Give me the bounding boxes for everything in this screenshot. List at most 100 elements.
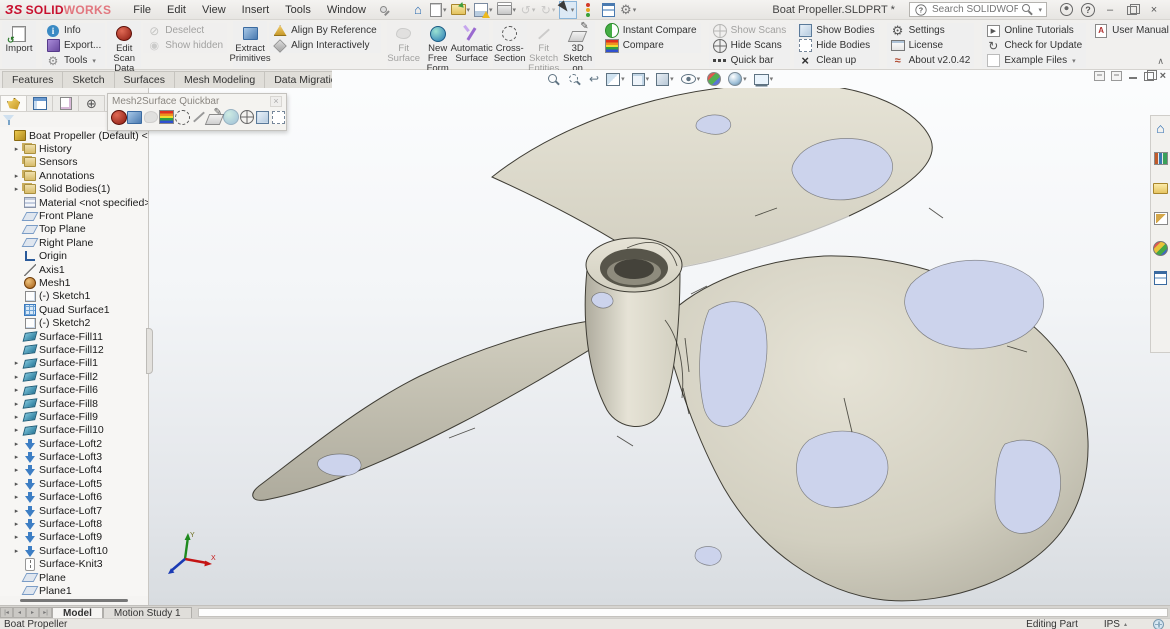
pane-left-icon[interactable] [1094,71,1105,81]
expand-arrow-icon[interactable]: ▸ [12,373,21,381]
newdoc-caret-icon[interactable]: ▾ [443,6,447,14]
property-manager-tab[interactable] [26,95,53,111]
tree-item-history[interactable]: ▸History [2,142,148,155]
tools-caret-icon[interactable]: ▾ [92,57,96,65]
expand-arrow-icon[interactable]: ▸ [12,400,21,408]
print-caret-icon[interactable]: ▾ [513,6,517,14]
tree-item-surface-fill9[interactable]: ▸Surface-Fill9 [2,410,148,423]
doc-restore-icon[interactable] [1144,72,1154,81]
cross-section-button[interactable]: Cross-Section [493,21,527,68]
minimize-button[interactable]: – [1099,2,1121,18]
tree-item-surface-knit3[interactable]: Surface-Knit3 [2,558,148,571]
tree-item-surface-loft2[interactable]: ▸Surface-Loft2 [2,437,148,450]
expand-arrow-icon[interactable]: ▸ [12,145,21,153]
select-arrow-button[interactable]: ▾ [559,1,577,19]
tree-item-axis1[interactable]: Axis1 [2,263,148,276]
expand-arrow-icon[interactable]: ▸ [12,453,21,461]
edit-appearance-button[interactable] [704,71,724,87]
expand-arrow-icon[interactable]: ▸ [12,386,21,394]
tree-item-sensors[interactable]: Sensors [2,156,148,169]
tree-item-surface-loft10[interactable]: ▸Surface-Loft10 [2,544,148,557]
tree-item-surface-loft6[interactable]: ▸Surface-Loft6 [2,491,148,504]
previous-view-button[interactable] [586,71,602,87]
examples-button[interactable]: Example Files▾ [982,53,1086,68]
align-int-button[interactable]: Align Interactively [269,38,381,53]
mesh2surface-quickbar[interactable]: Mesh2Surface Quickbar × [107,93,287,131]
options-button[interactable]: ▾ [619,1,637,19]
open-button[interactable]: ▾ [450,1,472,19]
tree-item-plane[interactable]: Plane [2,571,148,584]
tab-features[interactable]: Features [2,71,63,88]
tab-scroll-first-button[interactable]: |◂ [0,607,13,618]
tree-item-solid-bodies-1[interactable]: ▸Solid Bodies(1) [2,183,148,196]
login-button[interactable] [1055,2,1077,18]
apply-scene-caret-icon[interactable]: ▾ [743,75,747,83]
newdoc-button[interactable]: ▾ [429,1,448,19]
expand-arrow-icon[interactable]: ▸ [12,493,21,501]
expand-arrow-icon[interactable]: ▸ [12,466,21,474]
dimxpert-manager-tab[interactable] [78,95,105,111]
tree-item-quad-surface1[interactable]: Quad Surface1 [2,303,148,316]
model-tab[interactable]: Model [52,607,103,618]
taskpane-folder-button[interactable] [1153,180,1169,196]
show-bodies-button[interactable]: Show Bodies [794,23,878,38]
fileprops-button[interactable] [599,1,617,19]
undo-caret-icon[interactable]: ▾ [532,6,536,14]
rollback-bar[interactable] [20,599,128,602]
menu-insert[interactable]: Insert [234,0,278,19]
tree-item-surface-fill8[interactable]: ▸Surface-Fill8 [2,397,148,410]
tree-item-surface-fill12[interactable]: Surface-Fill12 [2,343,148,356]
taskpane-props-button[interactable] [1153,270,1169,286]
quickbar-cross-section-button[interactable] [175,109,190,125]
tab-sketch[interactable]: Sketch [62,71,114,88]
import-button[interactable]: Import [2,21,36,68]
quickbar-hide-scans-button[interactable] [239,109,254,125]
help-button[interactable] [1077,2,1099,18]
search-caret-icon[interactable]: ▾ [1038,6,1042,14]
quickbar-title-bar[interactable]: Mesh2Surface Quickbar × [108,94,286,108]
expand-arrow-icon[interactable]: ▸ [12,185,21,193]
tree-item-plane1[interactable]: Plane1 [2,584,148,596]
undo-button[interactable]: ▾ [519,1,537,19]
view-settings-button[interactable]: ▾ [751,71,777,87]
rebuild-button[interactable] [579,1,597,19]
expand-arrow-icon[interactable]: ▸ [12,547,21,555]
tree-item-front-plane[interactable]: Front Plane [2,209,148,222]
tab-scroll-last-button[interactable]: ▸| [39,607,52,618]
tree-item-boat-propeller-default-default[interactable]: Boat Propeller (Default) <<Default>_[ [2,129,148,142]
update-button[interactable]: Check for Update [982,38,1086,53]
examples-caret-icon[interactable]: ▾ [1072,57,1076,65]
expand-arrow-icon[interactable]: ▸ [12,359,21,367]
expand-arrow-icon[interactable]: ▸ [12,426,21,434]
compare-button[interactable]: Compare [601,38,701,53]
tree-item-surface-loft9[interactable]: ▸Surface-Loft9 [2,531,148,544]
panel-splitter-handle[interactable] [146,328,153,374]
view-orientation-caret-icon[interactable]: ▾ [646,75,650,83]
expand-arrow-icon[interactable]: ▸ [12,440,21,448]
info-button[interactable]: Info [42,23,105,38]
zoom-area-button[interactable] [565,71,585,87]
cleanup-button[interactable]: Clean up [794,53,878,68]
tree-item-surface-loft3[interactable]: ▸Surface-Loft3 [2,450,148,463]
tree-item-surface-fill10[interactable]: ▸Surface-Fill10 [2,424,148,437]
export-button[interactable]: Export... [42,38,105,53]
tree-item-surface-fill2[interactable]: ▸Surface-Fill2 [2,370,148,383]
quickbar-fit-sketch-button[interactable] [191,109,206,125]
pane-right-icon[interactable] [1111,71,1122,81]
auto-surface-button[interactable]: Automatic Surface [455,21,489,68]
configuration-manager-tab[interactable] [52,95,79,111]
view-orientation-button[interactable]: ▾ [629,71,653,87]
expand-arrow-icon[interactable]: ▸ [12,533,21,541]
tutorials-button[interactable]: Online Tutorials [982,23,1086,38]
redo-caret-icon[interactable]: ▾ [552,6,556,14]
taskpane-palette-button[interactable] [1153,210,1169,226]
display-style-button[interactable]: ▾ [653,71,677,87]
home-button[interactable] [409,1,427,19]
tools-button[interactable]: Tools▾ [42,53,105,68]
pin-icon[interactable] [375,1,393,19]
search-icon[interactable] [1022,4,1033,15]
tree-item-mesh1[interactable]: Mesh1 [2,276,148,289]
hide-bodies-button[interactable]: Hide Bodies [794,38,878,53]
view-settings-caret-icon[interactable]: ▾ [770,75,774,83]
instant-compare-button[interactable]: Instant Compare [601,23,701,38]
